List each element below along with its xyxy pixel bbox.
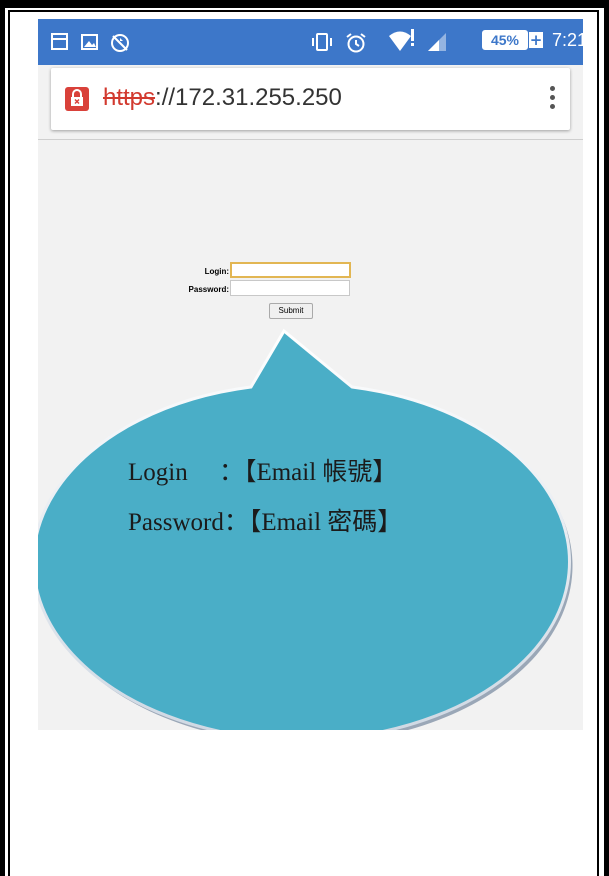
callout-line-login: Login ：【Email 帳號】	[128, 459, 398, 486]
callout-bubble	[38, 328, 573, 730]
callout-line-password: Password：【Email 密碼】	[128, 509, 403, 536]
phone-screenshot: 45% + 7:21 https://172.31.255.250 Login:…	[38, 19, 583, 730]
